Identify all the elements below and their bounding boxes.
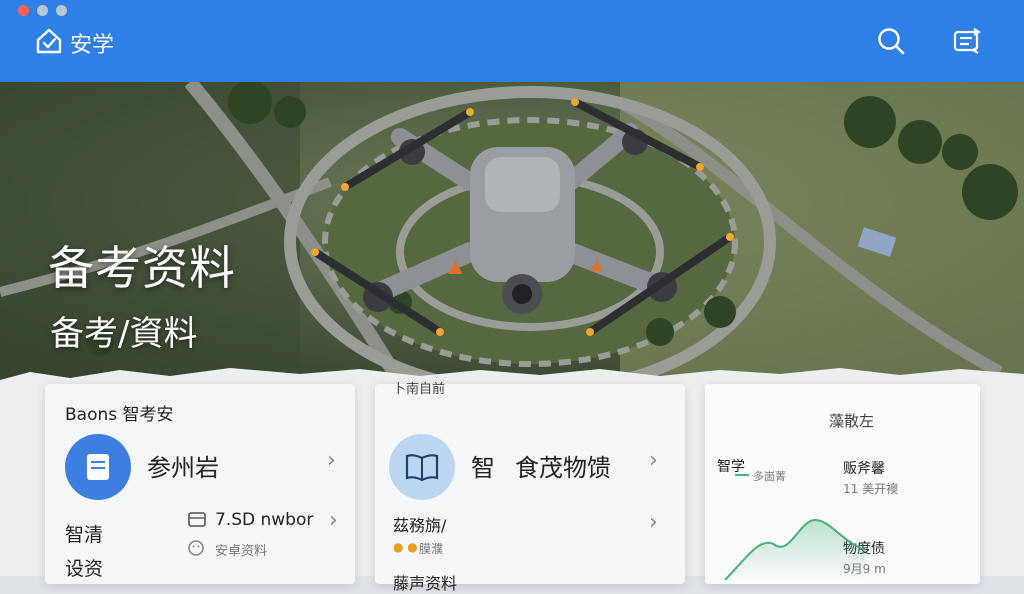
stats-title: 藻散左 (829, 412, 875, 430)
side-label-2: 设资 (65, 558, 104, 580)
close-window-dot[interactable] (18, 5, 29, 16)
switch-button[interactable] (950, 26, 984, 60)
brand-name: 安学 (70, 32, 115, 57)
minimize-window-dot[interactable] (37, 5, 48, 16)
legend-a-label: 智学 (717, 459, 745, 475)
item-secondary-sub: 安卓资料 (215, 544, 268, 559)
book-icon (389, 434, 455, 500)
study-card[interactable]: Baons 智考安 参州岩 › 智清 设资 7.SD nwbor › 安卓资料 (45, 384, 355, 584)
materials-card[interactable]: 卜南自前 智 食茂物馈 › 茲務旃/ › ● ● 膜濮 藤声资料 (375, 382, 685, 593)
top-navigation-bar: 安学 (0, 0, 1024, 82)
stat1-label: 贩斧馨 (843, 461, 885, 477)
home-check-icon (34, 26, 64, 60)
chevron-right-icon[interactable]: › (649, 448, 658, 473)
item-secondary-label: 7.SD nwbor (215, 510, 314, 530)
card-title: Baons 智考安 (65, 405, 174, 425)
chevron-right-icon[interactable]: › (649, 510, 658, 535)
trend-sparkline (724, 518, 866, 580)
legend-a-sub: 多崮菁 (753, 470, 786, 483)
stats-card[interactable]: 藻散左 智学 多崮菁 贩斧馨 11 美开襖 物度债 9月9 m (705, 384, 980, 584)
item-secondary-sub: 膜濮 (419, 542, 444, 556)
window-controls (18, 5, 67, 16)
item-third-label: 藤声资料 (393, 574, 458, 593)
hero-subtitle: 备考/資料 (50, 314, 198, 354)
item-prefix: 智 (471, 454, 495, 482)
chevron-right-icon[interactable]: › (327, 448, 336, 473)
item-secondary-label: 茲務旃/ (393, 516, 447, 535)
face-icon (187, 539, 205, 561)
dots-indicator: ● ● (393, 540, 418, 554)
hero-title: 备考资料 (48, 241, 236, 295)
brand[interactable]: 安学 (34, 26, 114, 60)
item-primary-label: 食茂物馈 (515, 454, 611, 482)
search-icon (876, 26, 906, 60)
maximize-window-dot[interactable] (56, 5, 67, 16)
content-panel: Baons 智考安 参州岩 › 智清 设资 7.SD nwbor › 安卓资料 … (0, 360, 1024, 593)
document-icon (65, 434, 131, 500)
side-label-1: 智清 (65, 524, 104, 546)
card-top-label: 卜南自前 (393, 382, 446, 397)
switch-icon (952, 26, 982, 60)
item-primary-label: 参州岩 (147, 454, 219, 482)
hero-banner: 备考资料 备考/資料 (0, 82, 1024, 382)
folder-icon (187, 510, 207, 532)
legend-line (735, 474, 749, 476)
chevron-right-icon[interactable]: › (329, 508, 338, 533)
search-button[interactable] (874, 26, 908, 60)
